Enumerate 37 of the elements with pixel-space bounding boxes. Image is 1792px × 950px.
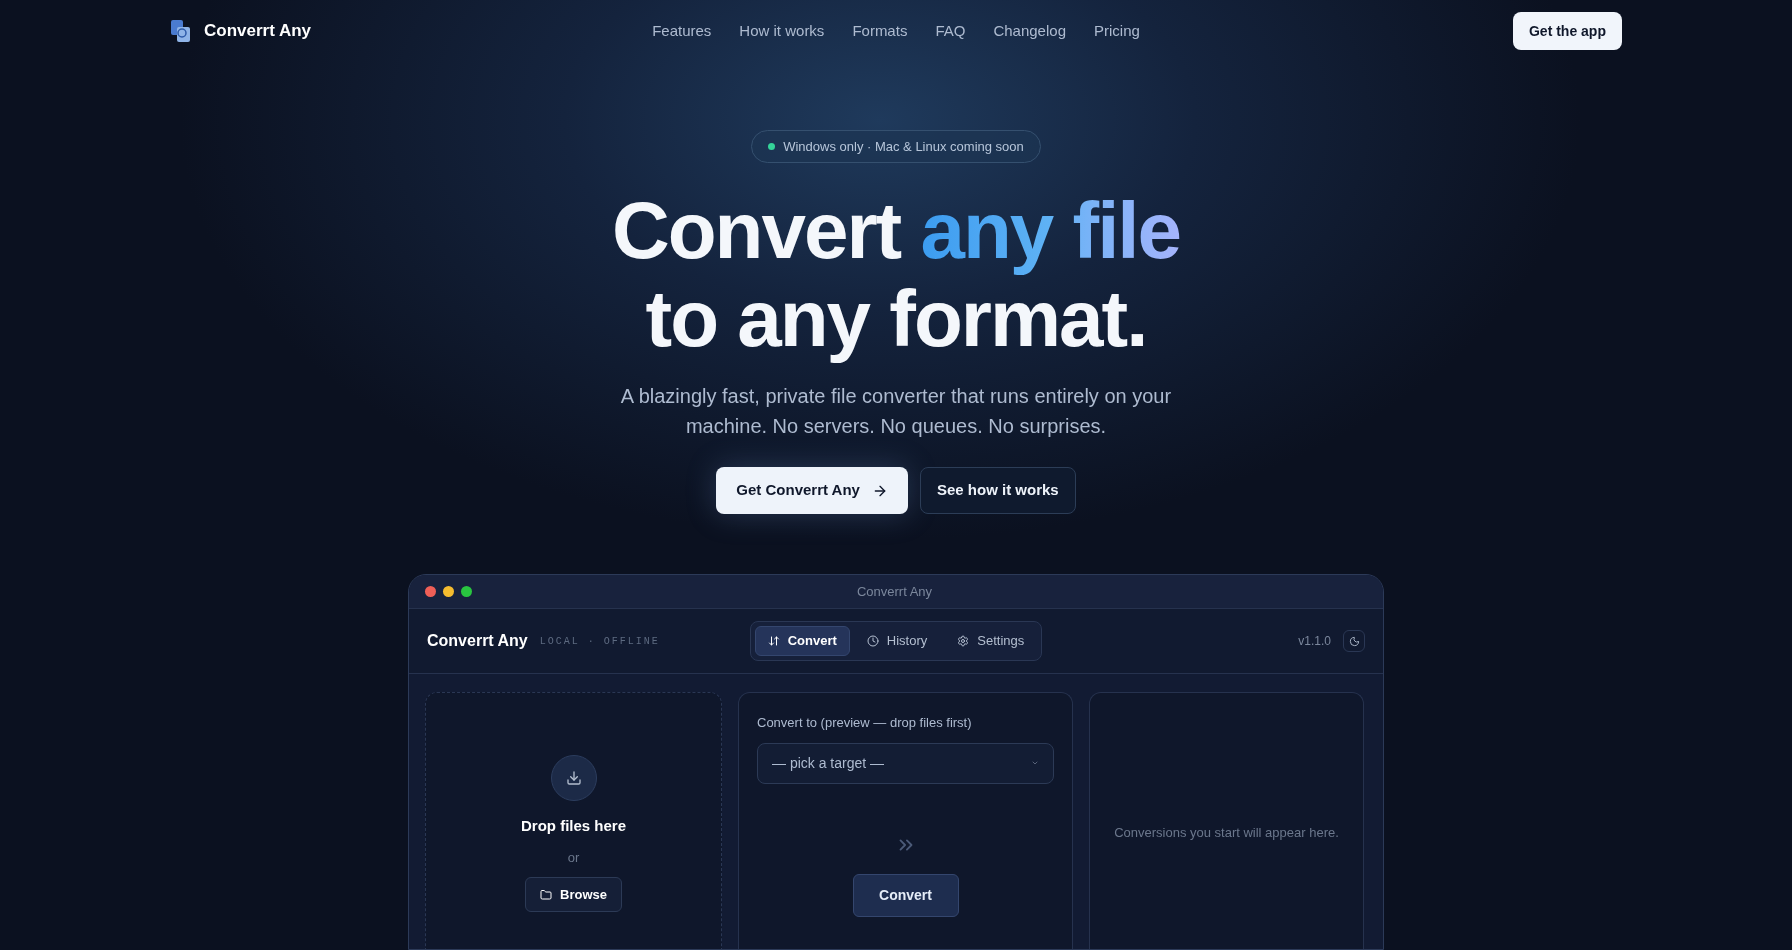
- tab[interactable]: Settings: [944, 626, 1038, 656]
- drop-title: Drop files here: [521, 816, 626, 836]
- empty-queue-text: Conversions you start will appear here.: [1114, 824, 1339, 842]
- theme-toggle-button[interactable]: [1343, 630, 1365, 652]
- or-label: or: [567, 848, 580, 867]
- get-converrt-button[interactable]: Get Converrt Any: [716, 467, 908, 514]
- window-title: Converrt Any: [855, 582, 934, 601]
- brand-name[interactable]: Converrt Any: [204, 18, 312, 44]
- badge-text: Windows only · Mac & Linux coming soon: [783, 137, 1024, 156]
- version-label: v1.1.0: [1298, 633, 1331, 650]
- download-icon: [550, 755, 597, 801]
- drop-zone[interactable]: Drop files here or Browse: [425, 692, 722, 949]
- hero-subtitle: A blazingly fast, private file converter that runs entirely on your machine. No servers. No queues. No surprises.: [619, 384, 1173, 439]
- moon-icon: [1348, 635, 1360, 647]
- nav-link[interactable]: How it works: [739, 19, 825, 43]
- chevron-down-icon: [1031, 759, 1039, 767]
- folder-icon: [540, 888, 552, 901]
- get-app-button[interactable]: Get the app: [1512, 12, 1622, 50]
- tab[interactable]: Convert: [754, 626, 850, 656]
- nav-link[interactable]: Formats: [852, 19, 908, 43]
- nav-link[interactable]: Changelog: [993, 19, 1066, 43]
- target-select[interactable]: — pick a target —: [757, 742, 1054, 784]
- tab-icon: [866, 635, 879, 647]
- nav-link[interactable]: Pricing: [1093, 19, 1140, 43]
- tab[interactable]: History: [853, 626, 941, 656]
- hero-headline: Convert any file to any format.: [611, 187, 1181, 363]
- tab-icon: [957, 635, 970, 647]
- convert-button[interactable]: Convert: [852, 873, 959, 917]
- browse-button[interactable]: Browse: [525, 877, 622, 912]
- app-tagline: LOCAL · OFFLINE: [539, 634, 660, 649]
- tab-icon: [767, 635, 780, 647]
- app-brand: Converrt Any: [427, 631, 528, 651]
- nav-link[interactable]: Features: [652, 19, 712, 43]
- how-it-works-button[interactable]: See how it works: [919, 467, 1076, 514]
- logo-icon: [170, 19, 192, 43]
- convert-to-label: Convert to (preview — drop files first): [757, 714, 973, 732]
- nav-link[interactable]: FAQ: [935, 19, 966, 43]
